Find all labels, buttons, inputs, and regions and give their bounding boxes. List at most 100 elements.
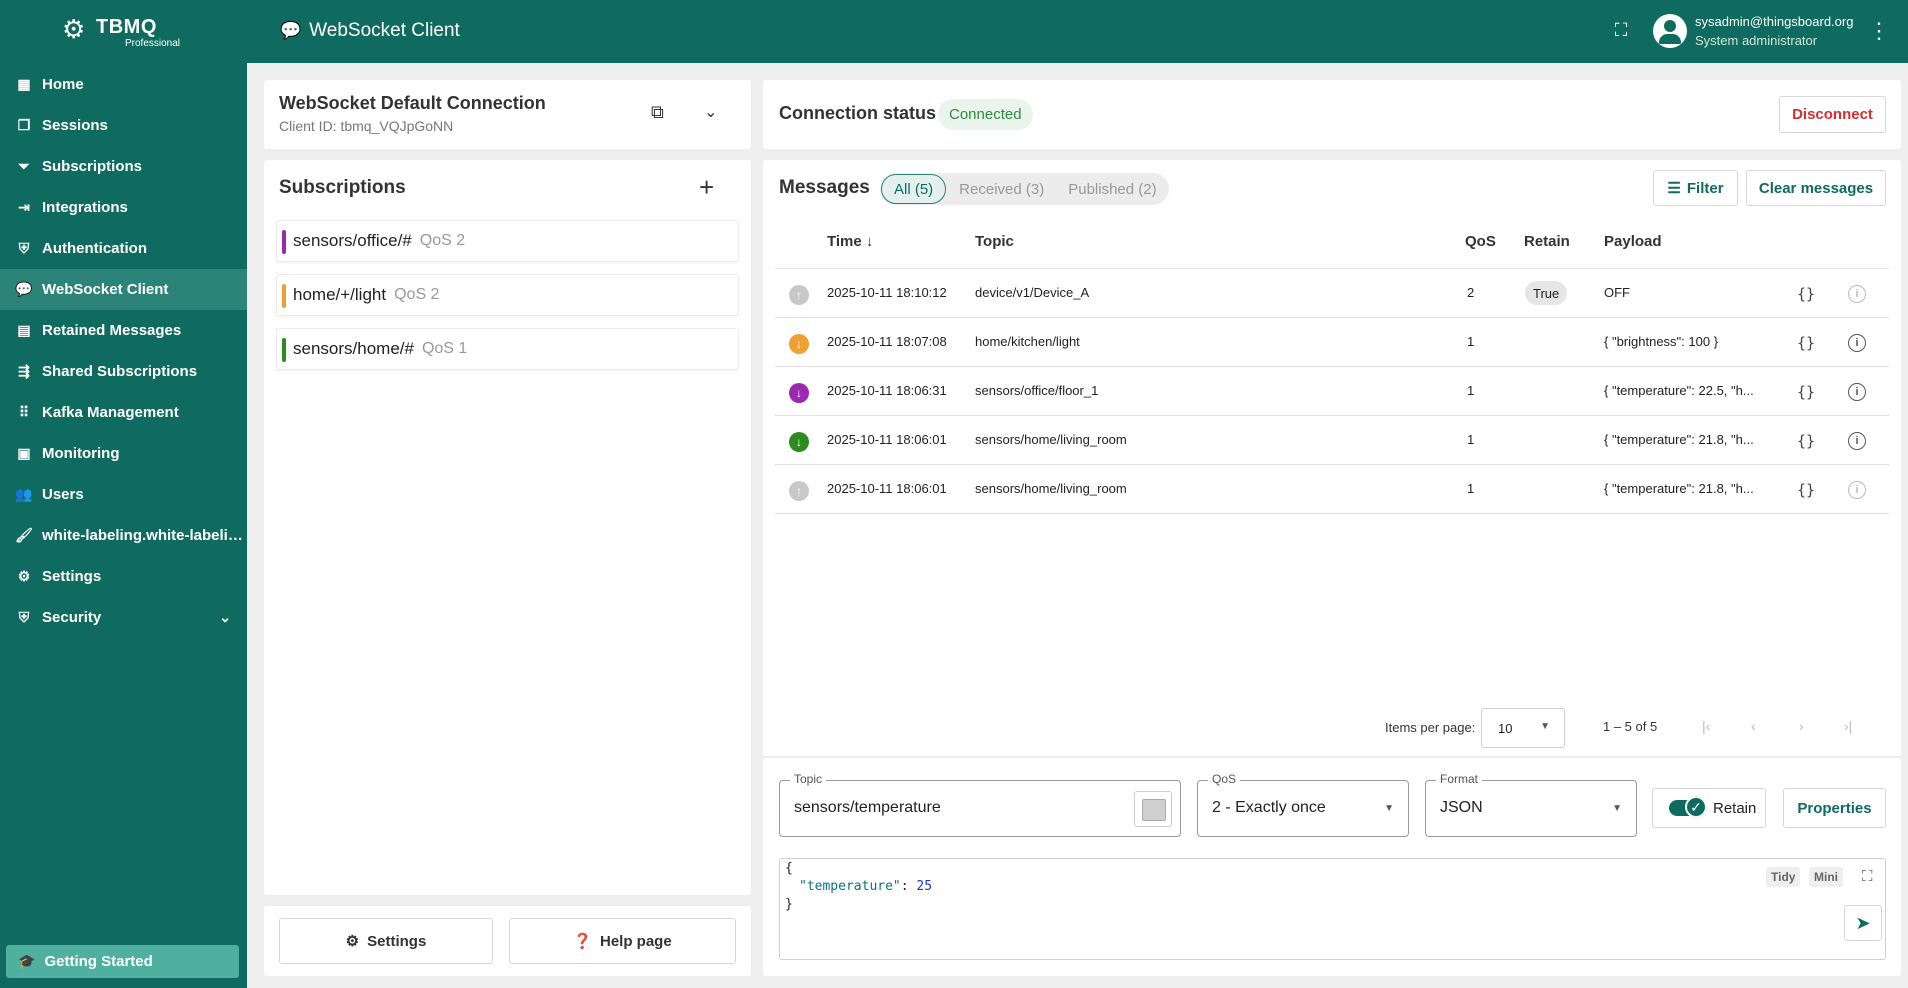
prev-page-icon[interactable]: ‹: [1751, 718, 1756, 734]
sidebar-item-security[interactable]: ⛨ Security ⌄: [0, 597, 247, 638]
sidebar-item-retained-messages[interactable]: ▤ Retained Messages: [0, 310, 247, 351]
messages-card: Messages All (5) Received (3) Published …: [763, 160, 1901, 756]
color-picker[interactable]: [1134, 791, 1172, 827]
first-page-icon[interactable]: |‹: [1702, 718, 1710, 734]
qos-select[interactable]: QoS 2 - Exactly once ▼: [1197, 772, 1409, 837]
sidebar-item-settings[interactable]: ⚙ Settings: [0, 556, 247, 597]
sidebar-item-users[interactable]: 👥 Users: [0, 474, 247, 515]
logo-gear-icon: ⚙: [62, 14, 86, 44]
copy-icon[interactable]: ⧉: [651, 102, 664, 123]
items-per-page-value: 10: [1498, 720, 1513, 736]
sidebar-item-label: Kafka Management: [42, 404, 179, 421]
send-button[interactable]: ➤: [1844, 905, 1882, 941]
sidebar-item-home[interactable]: ▦ Home: [0, 64, 247, 105]
properties-button[interactable]: Properties: [1783, 788, 1886, 828]
sidebar-item-kafka-management[interactable]: ⠿ Kafka Management: [0, 392, 247, 433]
subscription-item[interactable]: sensors/office/# QoS 2: [276, 220, 739, 262]
received-arrow-icon: ↓: [789, 432, 809, 452]
json-separator: :: [900, 879, 917, 894]
format-value: JSON: [1440, 799, 1483, 816]
topic-value: sensors/temperature: [794, 799, 941, 816]
sidebar-item-subscriptions[interactable]: ⏷ Subscriptions: [0, 146, 247, 187]
getting-started-button[interactable]: 🎓 Getting Started: [6, 945, 239, 978]
subscription-color-bar: [282, 338, 286, 362]
last-page-icon[interactable]: ›|: [1844, 718, 1852, 734]
sidebar-item-monitoring[interactable]: ▣ Monitoring: [0, 433, 247, 474]
row-payload: OFF: [1604, 285, 1630, 300]
sidebar-item-integrations[interactable]: ⇥ Integrations: [0, 187, 247, 228]
retain-toggle[interactable]: Retain: [1652, 788, 1766, 828]
row-time: 2025-10-11 18:06:01: [827, 432, 947, 447]
connection-status-label: Connection status: [779, 103, 937, 123]
received-arrow-icon: ↓: [789, 334, 809, 354]
chevron-down-icon[interactable]: ⌄: [704, 102, 717, 122]
settings-button[interactable]: ⚙ Settings: [279, 918, 493, 964]
json-view-icon[interactable]: {}: [1797, 383, 1815, 401]
subscriptions-card: Subscriptions + sensors/office/# QoS 2 h…: [264, 160, 751, 895]
json-view-icon[interactable]: {}: [1797, 285, 1815, 303]
column-time[interactable]: Time ↓: [827, 233, 873, 250]
format-select[interactable]: Format JSON ▼: [1425, 772, 1637, 837]
fullscreen-icon[interactable]: ⛶: [1610, 20, 1632, 42]
logo-title: TBMQ: [96, 16, 157, 38]
user-email[interactable]: sysadmin@thingsboard.org: [1695, 14, 1853, 29]
info-icon[interactable]: i: [1848, 432, 1866, 450]
table-row[interactable]: ↓ 2025-10-11 18:07:08 home/kitchen/light…: [775, 318, 1889, 367]
table-row[interactable]: ↑ 2025-10-11 18:10:12 device/v1/Device_A…: [775, 269, 1889, 318]
user-role: System administrator: [1695, 33, 1818, 48]
chip-published[interactable]: Published (2): [1056, 174, 1168, 204]
chip-received[interactable]: Received (3): [947, 174, 1056, 204]
topic-field[interactable]: Topic sensors/temperature: [779, 772, 1181, 837]
sidebar-item-shared-subscriptions[interactable]: ⇶ Shared Subscriptions: [0, 351, 247, 392]
clear-messages-button[interactable]: Clear messages: [1746, 170, 1886, 206]
table-row[interactable]: ↓ 2025-10-11 18:06:31 sensors/office/flo…: [775, 367, 1889, 416]
filter-button[interactable]: ☰ Filter: [1653, 170, 1738, 206]
avatar[interactable]: [1653, 14, 1687, 48]
info-icon[interactable]: i: [1848, 334, 1866, 352]
published-arrow-icon: ↑: [789, 481, 809, 501]
sidebar-item-label: WebSocket Client: [42, 281, 169, 298]
more-vert-icon[interactable]: ⋮: [1868, 18, 1890, 44]
sidebar-item-label: Home: [42, 76, 84, 93]
connection-card: WebSocket Default Connection Client ID: …: [264, 80, 751, 149]
info-icon[interactable]: i: [1848, 285, 1866, 303]
next-page-icon[interactable]: ›: [1799, 718, 1804, 734]
qos-label: QoS: [1208, 772, 1241, 786]
info-icon[interactable]: i: [1848, 383, 1866, 401]
add-icon[interactable]: +: [699, 172, 714, 203]
items-per-page-select[interactable]: 10 ▼: [1481, 708, 1565, 748]
table-row[interactable]: ↓ 2025-10-11 18:06:01 sensors/home/livin…: [775, 416, 1889, 465]
page-title: 💬 WebSocket Client: [280, 20, 460, 42]
status-badge: Connected: [938, 99, 1033, 130]
publish-panel: Topic sensors/temperature QoS 2 - Exactl…: [763, 758, 1901, 976]
sidebar-item-white-labeling[interactable]: 🖌 white-labeling.white-labeli…: [0, 515, 247, 556]
table-row[interactable]: ↑ 2025-10-11 18:06:01 sensors/home/livin…: [775, 465, 1889, 514]
chip-all[interactable]: All (5): [881, 174, 947, 204]
json-view-icon[interactable]: {}: [1797, 481, 1815, 499]
subscription-item[interactable]: home/+/light QoS 2: [276, 274, 739, 316]
mini-button[interactable]: Mini: [1809, 867, 1843, 887]
json-view-icon[interactable]: {}: [1797, 432, 1815, 450]
sidebar-item-websocket-client[interactable]: 💬 WebSocket Client: [0, 269, 247, 310]
gear-icon: ⚙: [17, 568, 31, 584]
row-payload: { "temperature": 22.5, "h...: [1604, 383, 1754, 398]
sidebar-item-sessions[interactable]: ❐ Sessions: [0, 105, 247, 146]
fullscreen-icon[interactable]: ⛶: [1862, 867, 1873, 885]
tbmq-logo[interactable]: ⚙ TBMQ Professional: [62, 12, 192, 52]
column-time-label: Time: [827, 233, 862, 250]
json-view-icon[interactable]: {}: [1797, 334, 1815, 352]
subscription-item[interactable]: sensors/home/# QoS 1: [276, 328, 739, 370]
toggle-switch[interactable]: [1669, 796, 1707, 818]
subscription-topic: home/+/light: [293, 285, 387, 304]
help-page-button[interactable]: ❓ Help page: [509, 918, 736, 964]
sidebar-item-label: Sessions: [42, 117, 108, 134]
arrow-down-icon: ↓: [865, 233, 874, 250]
payload-editor[interactable]: { "temperature": 25 } Tidy Mini ⛶ ➤: [779, 858, 1886, 960]
sidebar-item-label: Security: [42, 609, 102, 626]
info-icon[interactable]: i: [1848, 481, 1866, 499]
subscription-topic: sensors/home/#: [293, 339, 414, 358]
tidy-button[interactable]: Tidy: [1766, 867, 1801, 887]
disconnect-button[interactable]: Disconnect: [1779, 96, 1886, 133]
row-payload: { "brightness": 100 }: [1604, 334, 1719, 349]
sidebar-item-authentication[interactable]: ⛨ Authentication: [0, 228, 247, 269]
